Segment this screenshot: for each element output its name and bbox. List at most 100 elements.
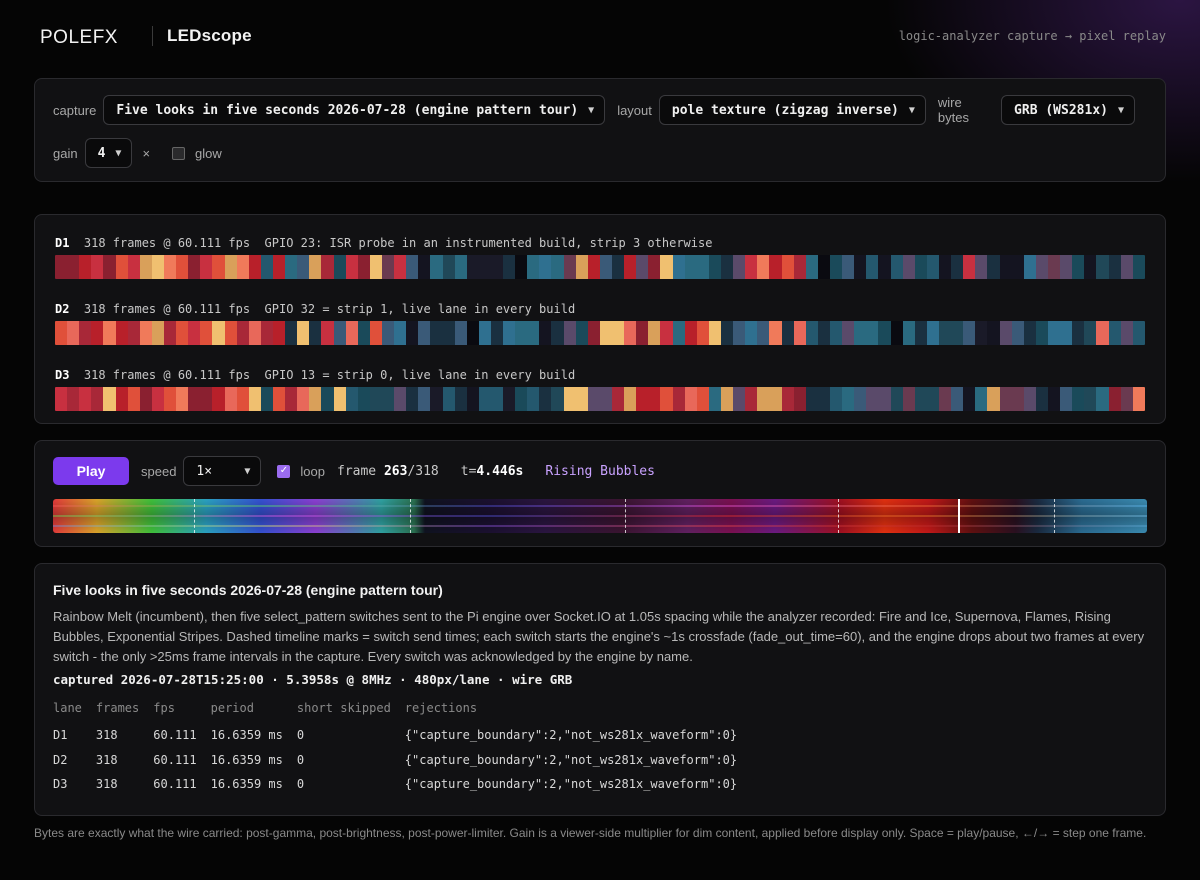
pixel-cell xyxy=(1035,255,1048,279)
lane-d1: D1 318 frames @ 60.111 fps GPIO 23: ISR … xyxy=(55,235,1145,279)
footnote: Bytes are exactly what the wire carried:… xyxy=(34,826,1147,840)
pixel-cell xyxy=(926,387,939,411)
pixel-cell xyxy=(733,321,746,345)
pixel-cell xyxy=(1011,255,1024,279)
switch-mark xyxy=(838,499,840,533)
time-readout: t=4.446s xyxy=(461,464,524,479)
pixel-cell xyxy=(733,255,746,279)
pixel-cell xyxy=(55,321,68,345)
table-cell: 318 xyxy=(95,728,118,743)
pixel-cell xyxy=(163,255,177,279)
timeline-scrubber[interactable] xyxy=(53,499,1147,533)
pixel-cell xyxy=(648,387,661,411)
pixel-cell xyxy=(1096,321,1109,345)
pixel-cell xyxy=(842,387,855,411)
lane-strips-panel: D1 318 frames @ 60.111 fps GPIO 23: ISR … xyxy=(34,214,1166,424)
pixel-cell xyxy=(442,321,455,345)
pixel-cell xyxy=(636,255,649,279)
wire-bytes-select[interactable]: GRB (WS281x) ▼ xyxy=(1001,95,1135,125)
table-cell: 318 xyxy=(95,752,118,767)
pixel-cell xyxy=(781,321,794,345)
column-header: frames xyxy=(95,701,140,715)
pixel-cell xyxy=(418,387,431,411)
pixel-cell xyxy=(115,255,128,279)
speed-select[interactable]: 1× ▼ xyxy=(183,456,262,486)
pixel-cell xyxy=(830,255,843,279)
pixel-cell xyxy=(708,255,722,279)
lane-pixel-strip xyxy=(55,255,1145,279)
speed-label: speed xyxy=(141,463,177,479)
pixel-cell xyxy=(745,255,758,279)
frame-counter: frame 263/318 xyxy=(337,464,439,479)
pixel-cell xyxy=(878,387,891,411)
pixel-cell xyxy=(1132,255,1145,279)
pixel-cell xyxy=(1023,321,1036,345)
pixel-cell xyxy=(999,321,1012,345)
pixel-cell xyxy=(696,255,709,279)
pixel-cell xyxy=(539,387,552,411)
play-button[interactable]: Play xyxy=(53,457,129,485)
pixel-cell xyxy=(975,387,988,411)
pixel-cell xyxy=(854,321,867,345)
table-header-row: lane frames fps period short skipped rej… xyxy=(53,701,751,723)
table-cell: 318 xyxy=(95,777,118,792)
pixel-cell xyxy=(612,387,625,411)
pixel-cell xyxy=(369,387,382,411)
pixel-cell xyxy=(418,255,431,279)
capture-select[interactable]: Five looks in five seconds 2026-07-28 (e… xyxy=(103,95,606,125)
pixel-cell xyxy=(1060,387,1073,411)
pixel-cell xyxy=(793,387,806,411)
pixel-cell xyxy=(430,321,443,345)
pixel-cell xyxy=(612,255,625,279)
pixel-cell xyxy=(575,321,588,345)
pixel-cell xyxy=(1047,255,1061,279)
pixel-cell xyxy=(684,321,697,345)
header-divider xyxy=(152,26,153,46)
pixel-cell xyxy=(539,255,552,279)
pixel-cell xyxy=(805,321,818,345)
layout-select[interactable]: pole texture (zigzag inverse) ▼ xyxy=(658,95,926,125)
pixel-cell xyxy=(466,387,479,411)
pixel-cell xyxy=(139,255,152,279)
pixel-cell xyxy=(333,321,346,345)
pixel-cell xyxy=(1011,387,1024,411)
pixel-cell xyxy=(757,387,770,411)
pixel-cell xyxy=(285,321,298,345)
table-cell: 16.6359 ms xyxy=(210,752,283,767)
pixel-cell xyxy=(636,321,649,345)
pixel-cell xyxy=(103,387,116,411)
pixel-cell xyxy=(151,255,164,279)
pixel-cell xyxy=(176,321,189,345)
pixel-cell xyxy=(926,321,939,345)
glow-checkbox[interactable] xyxy=(172,146,186,160)
layout-label: layout xyxy=(617,102,652,118)
column-header: short skipped xyxy=(296,701,391,715)
table-cell: 0 xyxy=(296,777,305,792)
gain-select-value: 4 xyxy=(97,145,106,161)
pixel-cell xyxy=(67,387,80,411)
pixel-cell xyxy=(503,255,516,279)
playhead[interactable] xyxy=(957,499,960,533)
pixel-cell xyxy=(357,255,370,279)
pixel-cell xyxy=(527,321,540,345)
pixel-cell xyxy=(721,321,734,345)
pixel-cell xyxy=(793,255,806,279)
gain-suffix: × xyxy=(142,145,151,161)
pixel-cell xyxy=(127,321,140,345)
pixel-cell xyxy=(442,255,455,279)
pixel-cell xyxy=(212,387,225,411)
pixel-cell xyxy=(139,387,152,411)
pixel-cell xyxy=(769,255,782,279)
pixel-cell xyxy=(430,387,443,411)
gain-select[interactable]: 4 ▼ xyxy=(84,138,133,168)
pixel-cell xyxy=(272,321,286,345)
pixel-cell xyxy=(127,387,140,411)
pixel-cell xyxy=(1132,321,1145,345)
lane-description: 318 frames @ 60.111 fps GPIO 32 = strip … xyxy=(83,302,576,316)
loop-checkbox[interactable]: ✓ xyxy=(277,464,291,478)
lane-description: 318 frames @ 60.111 fps GPIO 13 = strip … xyxy=(83,368,576,382)
pixel-cell xyxy=(612,321,625,345)
pixel-cell xyxy=(91,387,104,411)
pixel-cell xyxy=(672,321,685,345)
pixel-cell xyxy=(1120,255,1133,279)
